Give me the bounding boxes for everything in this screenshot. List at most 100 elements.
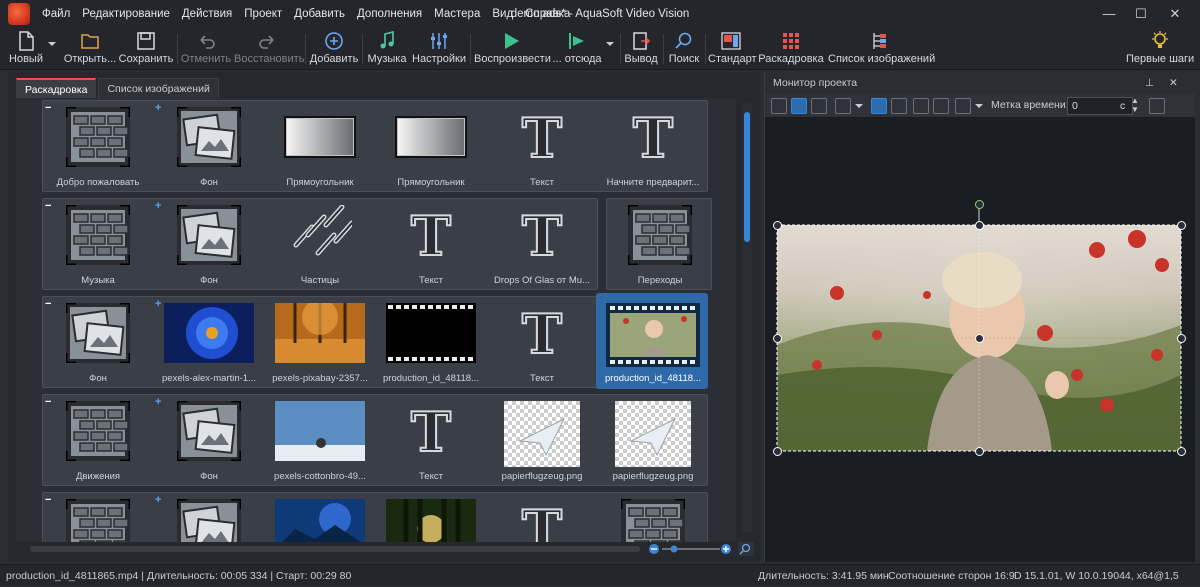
save-frame-icon[interactable]: [1149, 98, 1165, 114]
settings-button[interactable]: Настройки: [411, 28, 467, 70]
list-icon[interactable]: [955, 98, 971, 114]
storyboard-item[interactable]: [154, 493, 264, 542]
storyboard-item[interactable]: production_id_48118...: [376, 297, 486, 389]
storyboard-item[interactable]: T Drops Of Glas от Mu...: [487, 199, 597, 291]
storyboard-item[interactable]: T Текст: [376, 199, 486, 291]
zoom-slider[interactable]: [648, 542, 758, 556]
transitions-row[interactable]: Переходы: [606, 198, 712, 290]
keyframe-right-icon[interactable]: [933, 98, 949, 114]
resize-handle-b[interactable]: [975, 447, 984, 456]
horizontal-scrollbar[interactable]: [30, 546, 640, 552]
time-stepper-icon[interactable]: ▲ ▼: [1131, 96, 1139, 114]
play-button[interactable]: Воспроизвести: [474, 28, 551, 70]
storyboard-item[interactable]: Прямоугольник: [376, 101, 486, 193]
grid-icon[interactable]: [835, 98, 851, 114]
grid-dropdown-icon[interactable]: [855, 104, 863, 108]
storyboard-item[interactable]: Фон: [154, 199, 264, 291]
undo-button[interactable]: Отменить: [180, 28, 232, 70]
storyboard-item[interactable]: Музыка: [43, 199, 153, 291]
storyboard-view-button[interactable]: Раскадровка: [758, 28, 824, 70]
storyboard-item[interactable]: papierflugzeug.png: [487, 395, 597, 487]
motion-path-icon[interactable]: [871, 98, 887, 114]
select-tool-icon[interactable]: [771, 98, 787, 114]
menu-item-1[interactable]: Редактирование: [76, 0, 176, 28]
first-steps-button[interactable]: Первые шаги: [1126, 28, 1194, 70]
storyboard-item-label: Музыка: [81, 275, 115, 286]
storyboard-item[interactable]: [598, 493, 708, 542]
redo-button[interactable]: Восстановить: [234, 28, 304, 70]
storyboard-item[interactable]: Переходы: [605, 199, 715, 291]
vertical-scrollbar-thumb[interactable]: [744, 112, 750, 242]
storyboard-item[interactable]: papierflugzeug.png: [598, 395, 708, 487]
new-dropdown-icon[interactable]: [48, 42, 56, 46]
menu-item-4[interactable]: Добавить: [288, 0, 351, 28]
image-list-view-button[interactable]: Список изображений: [828, 28, 935, 70]
play-dropdown-icon[interactable]: [606, 42, 614, 46]
storyboard-item[interactable]: [43, 493, 153, 542]
storyboard-item[interactable]: Фон: [154, 395, 264, 487]
align-tool-icon[interactable]: [811, 98, 827, 114]
storyboard-item[interactable]: Добро пожаловать: [43, 101, 153, 193]
open-button[interactable]: Открыть...: [62, 28, 118, 70]
menu-item-5[interactable]: Дополнения: [351, 0, 428, 28]
resize-handle-bl[interactable]: [773, 447, 782, 456]
maximize-button[interactable]: ☐: [1124, 0, 1158, 28]
center-handle[interactable]: [975, 334, 984, 343]
search-button[interactable]: Поиск: [666, 28, 702, 70]
tab-storyboard[interactable]: Раскадровка: [16, 78, 97, 98]
storyboard-item[interactable]: pexels-pixabay-2357...: [265, 297, 375, 389]
storyboard-row[interactable]: − + Движения Фон pexels-cottonbro-49... T Текс…: [42, 394, 708, 486]
tab-image-list[interactable]: Список изображений: [98, 78, 219, 98]
menu-item-7[interactable]: Вид: [486, 0, 519, 28]
curve-tool-icon[interactable]: [791, 98, 807, 114]
storyboard-item[interactable]: T Текст: [376, 395, 486, 487]
minimize-button[interactable]: —: [1092, 0, 1126, 28]
storyboard-item[interactable]: T: [487, 493, 597, 542]
menu-item-0[interactable]: Файл: [36, 0, 76, 28]
storyboard-row[interactable]: − + Музыка Фон Частицы T Текст T Drops Of Glas о…: [42, 198, 598, 290]
menu-item-2[interactable]: Действия: [176, 0, 238, 28]
resize-handle-r[interactable]: [1177, 334, 1186, 343]
list-dropdown-icon[interactable]: [975, 104, 983, 108]
menu-item-3[interactable]: Проект: [238, 0, 288, 28]
new-button[interactable]: Новый: [6, 28, 46, 70]
storyboard-item[interactable]: Фон: [43, 297, 153, 389]
rotate-handle[interactable]: [975, 200, 984, 209]
storyboard-row[interactable]: − + Добро пожаловать Фон Прямоугольник Прямоу…: [42, 100, 708, 192]
resize-handle-tl[interactable]: [773, 221, 782, 230]
storyboard-item[interactable]: Движения: [43, 395, 153, 487]
storyboard-item[interactable]: T Начните предварит...: [598, 101, 708, 193]
pin-icon[interactable]: ⊥: [1145, 72, 1154, 94]
close-button[interactable]: ✕: [1158, 0, 1192, 28]
resize-handle-br[interactable]: [1177, 447, 1186, 456]
time-input[interactable]: 0 с: [1067, 97, 1133, 115]
menu-item-8[interactable]: Справка: [519, 0, 576, 28]
preview-canvas[interactable]: [765, 119, 1195, 562]
resize-handle-tr[interactable]: [1177, 221, 1186, 230]
storyboard-item[interactable]: pexels-cottonbro-49...: [265, 395, 375, 487]
camera-icon[interactable]: [891, 98, 907, 114]
storyboard-item[interactable]: T Текст: [487, 101, 597, 193]
close-panel-icon[interactable]: ✕: [1169, 72, 1178, 94]
storyboard-row[interactable]: − + T: [42, 492, 708, 542]
keyframe-left-icon[interactable]: [913, 98, 929, 114]
storyboard-item[interactable]: [265, 493, 375, 542]
storyboard-item[interactable]: pexels-alex-martin-1...: [154, 297, 264, 389]
storyboard-item[interactable]: Фон: [154, 101, 264, 193]
play-from-here-button[interactable]: ... отсюда: [552, 28, 602, 70]
standard-view-button[interactable]: Стандарт: [708, 28, 757, 70]
save-button[interactable]: Сохранить: [118, 28, 174, 70]
resize-handle-t[interactable]: [975, 221, 984, 230]
storyboard-row[interactable]: − + Фон pexels-alex-martin-1... pexels-pixab…: [42, 293, 708, 389]
storyboard-item[interactable]: [376, 493, 486, 542]
add-button[interactable]: Добавить: [308, 28, 360, 70]
storyboard-item[interactable]: production_id_48118...: [596, 293, 708, 389]
storyboard-item[interactable]: T Текст: [487, 297, 597, 389]
music-button[interactable]: Музыка: [365, 28, 409, 70]
storyboard-item[interactable]: Прямоугольник: [265, 101, 375, 193]
storyboard-item[interactable]: Частицы: [265, 199, 375, 291]
storyboard-item-label: pexels-pixabay-2357...: [272, 373, 368, 384]
output-button[interactable]: Вывод: [622, 28, 660, 70]
resize-handle-l[interactable]: [773, 334, 782, 343]
menu-item-6[interactable]: Мастера: [428, 0, 486, 28]
